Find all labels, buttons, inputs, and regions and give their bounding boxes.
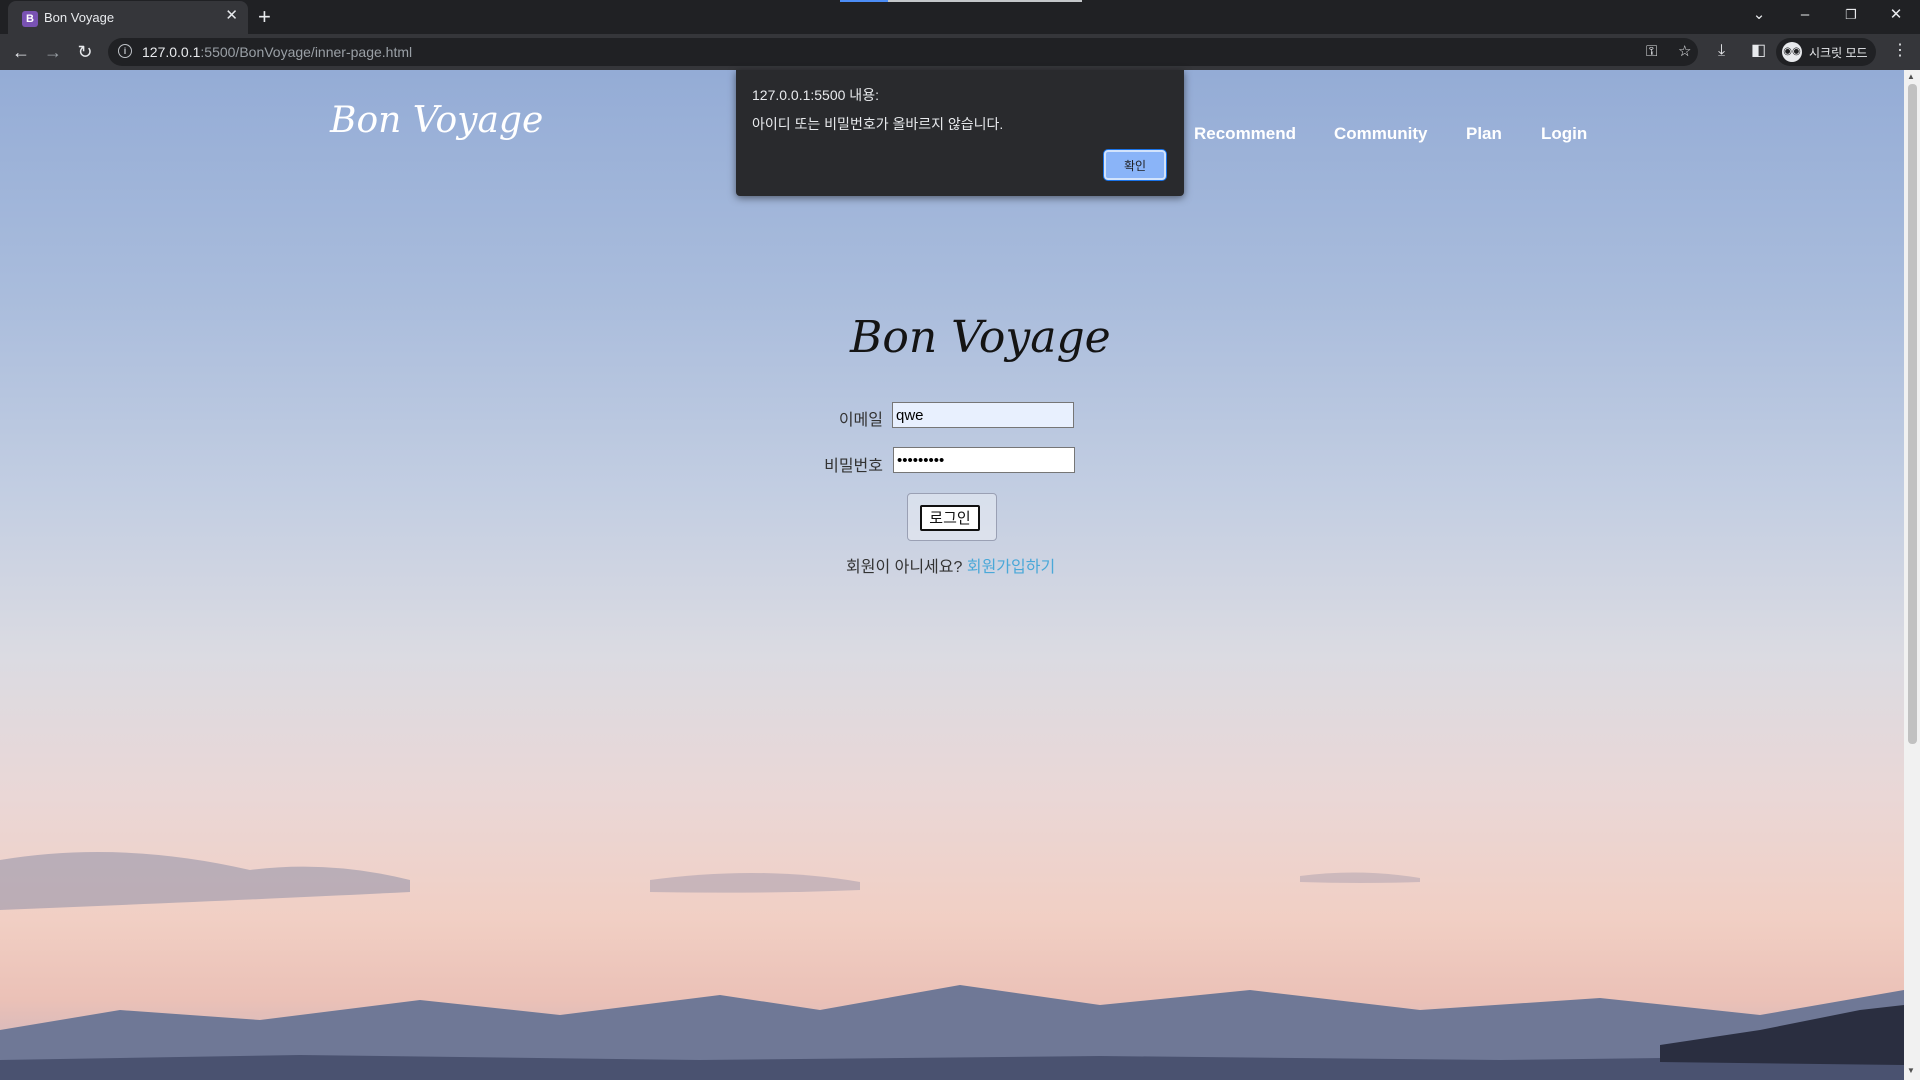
page-load-progress-fill — [840, 0, 888, 2]
alert-title: 127.0.0.1:5500 내용: — [752, 87, 879, 103]
minimize-icon[interactable]: – — [1790, 6, 1820, 24]
password-label: 비밀번호 — [824, 458, 883, 475]
sidepanel-icon[interactable]: ◧ — [1751, 41, 1766, 61]
browser-toolbar: ← → ↻ i 127.0.0.1:5500/BonVoyage/inner-p… — [0, 34, 1920, 70]
page-viewport: Bon Voyage Recommend Community Plan Logi… — [0, 70, 1904, 1080]
signup-prompt-text: 회원이 아니세요? — [846, 559, 967, 576]
incognito-icon: ◉◉ — [1782, 42, 1802, 62]
nav-plan[interactable]: Plan — [1466, 124, 1502, 144]
tab-title: Bon Voyage — [44, 10, 115, 25]
tab-close-icon[interactable]: ✕ — [225, 8, 238, 24]
nav-recommend[interactable]: Recommend — [1194, 124, 1296, 144]
restore-icon[interactable]: ❐ — [1836, 6, 1866, 24]
address-bar[interactable]: i 127.0.0.1:5500/BonVoyage/inner-page.ht… — [108, 38, 1698, 66]
url-text: 127.0.0.1:5500/BonVoyage/inner-page.html — [142, 44, 412, 60]
login-logo: Bon Voyage — [850, 312, 1111, 363]
download-icon[interactable]: ⤓ — [1718, 41, 1725, 61]
new-tab-icon[interactable]: + — [258, 4, 271, 30]
close-window-icon[interactable]: ✕ — [1881, 6, 1911, 24]
scroll-up-icon[interactable]: ▲ — [1907, 72, 1915, 81]
vertical-scrollbar[interactable]: ▲ ▼ — [1904, 70, 1920, 1080]
scrollbar-thumb[interactable] — [1908, 84, 1917, 744]
incognito-label: 시크릿 모드 — [1809, 46, 1868, 60]
forward-icon[interactable]: → — [42, 42, 64, 62]
tab-strip: B Bon Voyage ✕ + ⌄ – ❐ ✕ — [0, 0, 1920, 34]
site-logo[interactable]: Bon Voyage — [330, 100, 543, 141]
alert-message: 아이디 또는 비밀번호가 올바르지 않습니다. — [752, 116, 1004, 132]
email-label: 이메일 — [838, 412, 883, 429]
signup-link[interactable]: 회원가입하기 — [967, 559, 1055, 576]
browser-tab[interactable]: B Bon Voyage ✕ — [8, 1, 248, 34]
scroll-down-icon[interactable]: ▼ — [1907, 1066, 1915, 1075]
alert-dialog: 127.0.0.1:5500 내용: 아이디 또는 비밀번호가 올바르지 않습니… — [736, 70, 1184, 196]
url-path: :5500/BonVoyage/inner-page.html — [200, 44, 413, 60]
key-icon[interactable]: ⚿ — [1646, 42, 1657, 62]
reload-icon[interactable]: ↻ — [74, 42, 96, 62]
site-favicon-icon: B — [22, 11, 38, 27]
email-field[interactable] — [892, 402, 1074, 428]
menu-icon[interactable]: ⋮ — [1892, 41, 1908, 61]
signup-prompt: 회원이 아니세요? 회원가입하기 — [846, 553, 1055, 577]
login-button-container: 로그인 — [907, 493, 997, 541]
back-icon[interactable]: ← — [10, 42, 32, 62]
alert-ok-button[interactable]: 확인 — [1104, 150, 1166, 180]
tab-search-icon[interactable]: ⌄ — [1744, 6, 1774, 24]
star-icon[interactable]: ☆ — [1678, 42, 1691, 62]
nav-community[interactable]: Community — [1334, 124, 1428, 144]
login-button[interactable]: 로그인 — [920, 505, 980, 531]
incognito-indicator[interactable]: ◉◉ 시크릿 모드 — [1776, 38, 1876, 66]
nav-login[interactable]: Login — [1541, 124, 1587, 144]
page-load-progress — [840, 0, 1082, 2]
info-icon[interactable]: i — [118, 44, 132, 58]
url-host: 127.0.0.1 — [142, 44, 201, 60]
password-field[interactable] — [893, 447, 1075, 473]
